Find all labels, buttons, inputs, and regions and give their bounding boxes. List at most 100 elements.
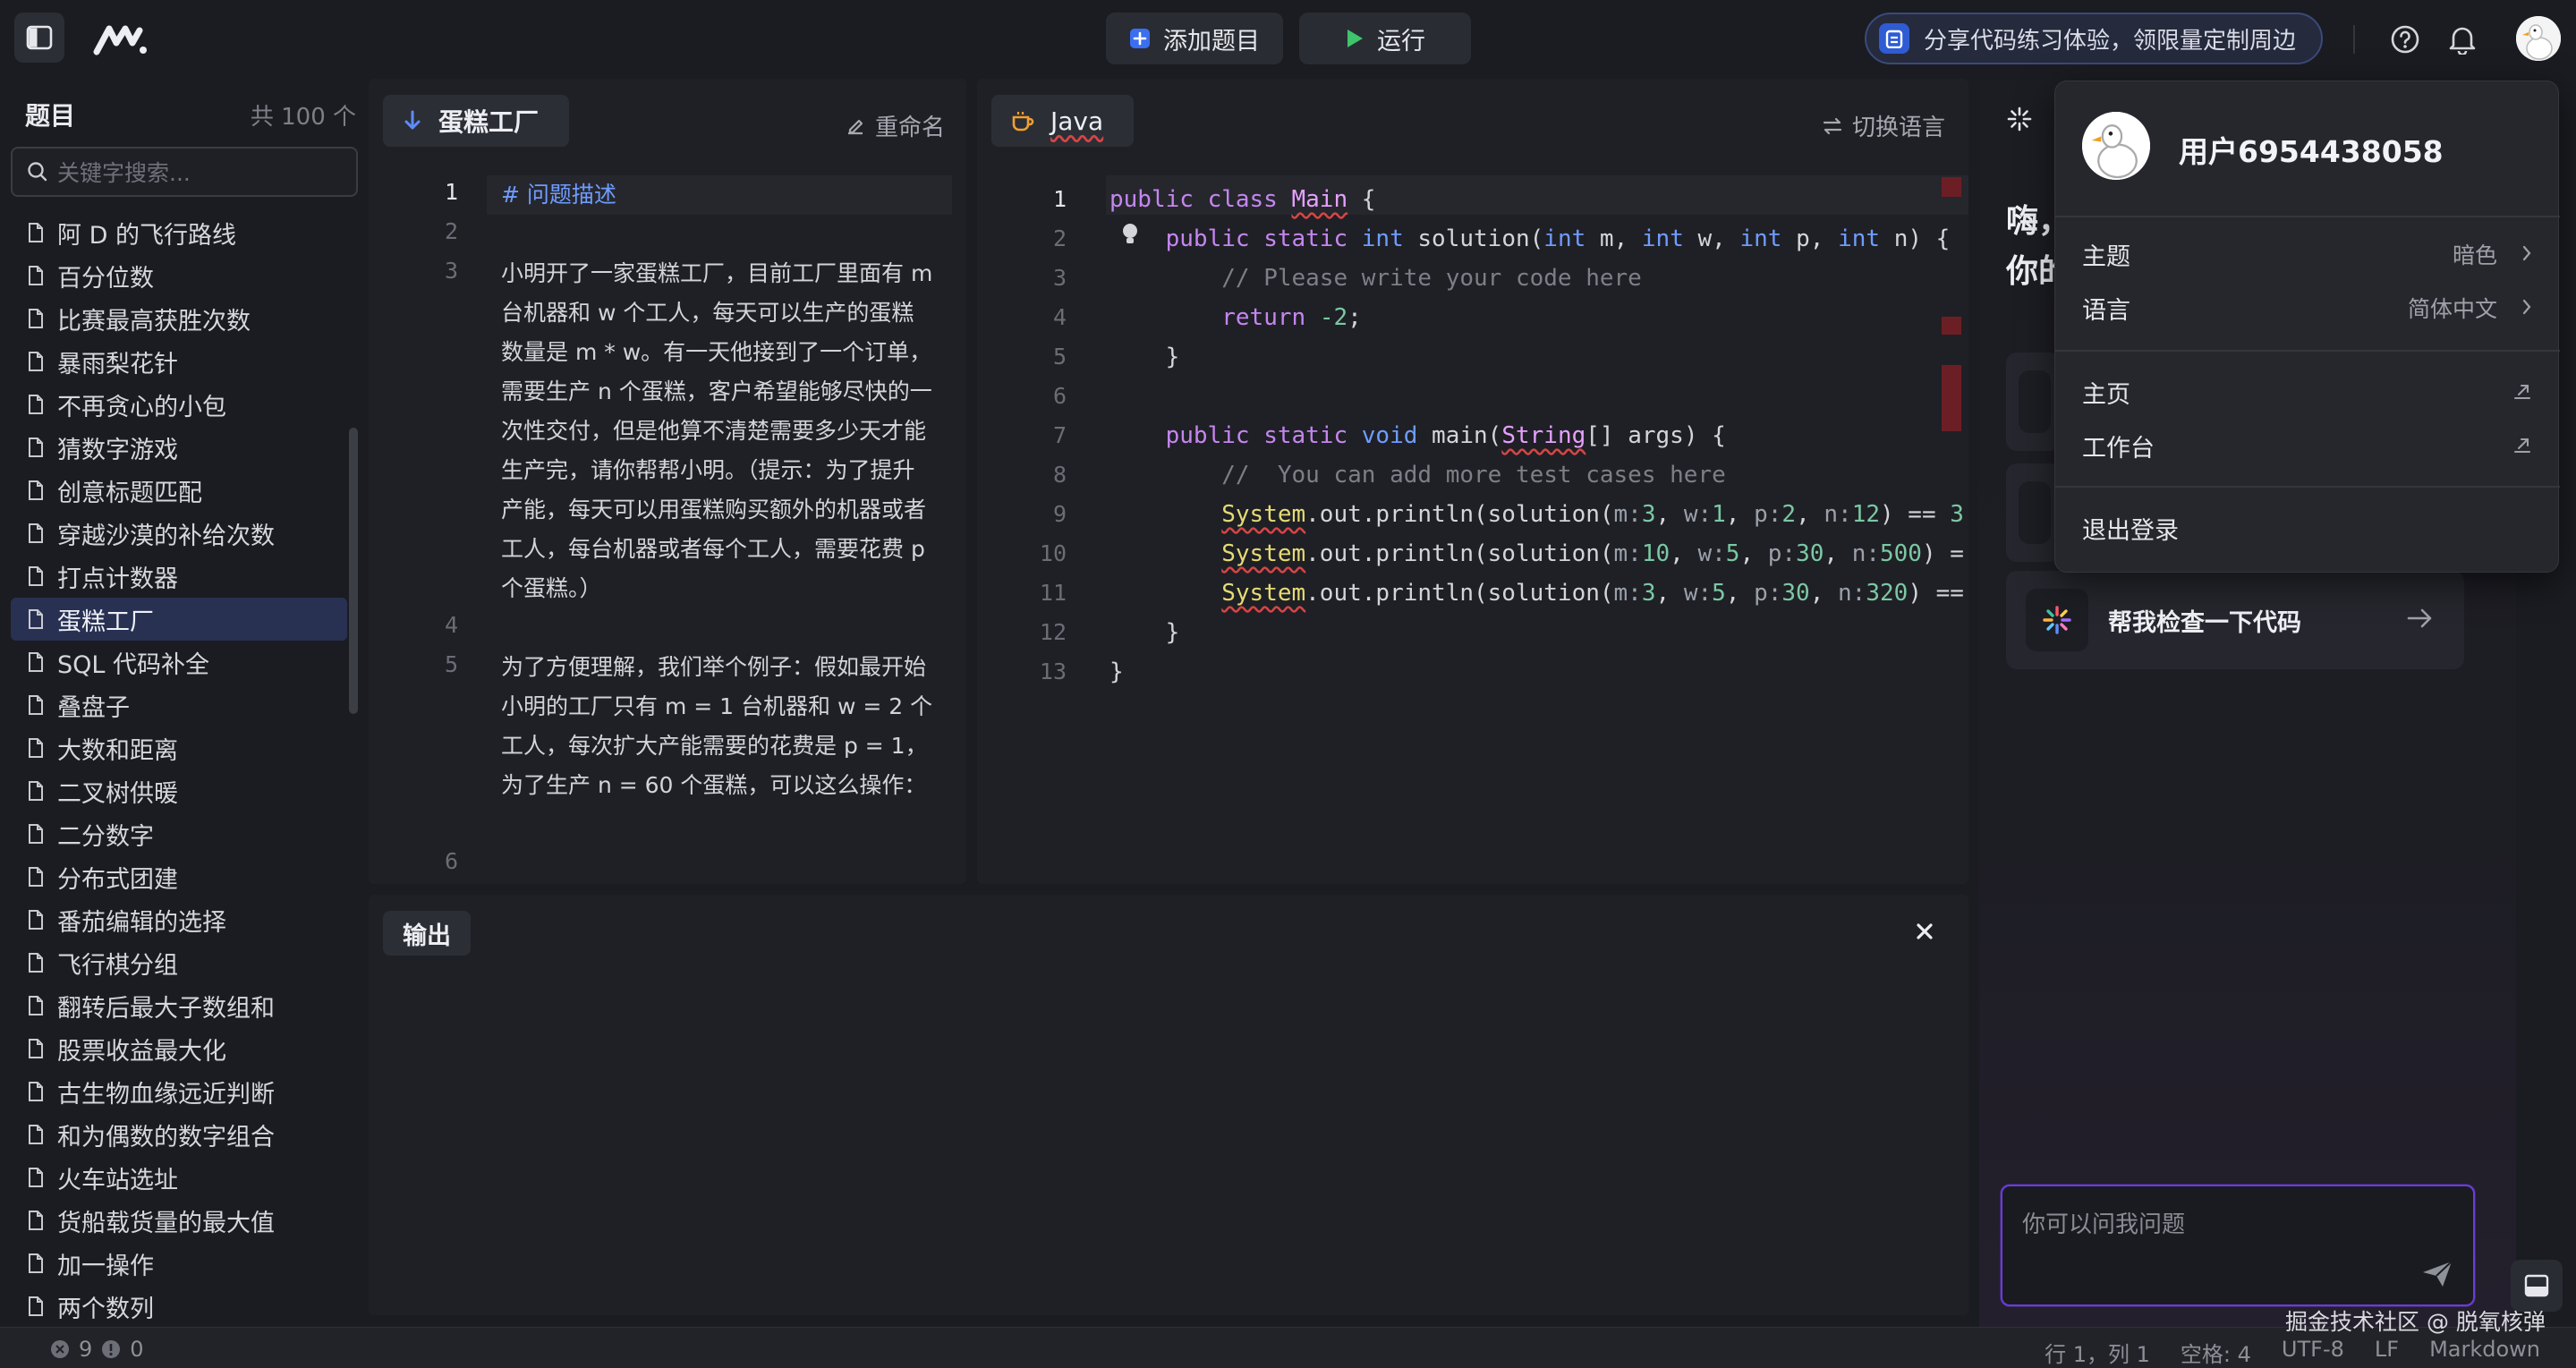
- document-icon: [29, 781, 43, 801]
- edit-pen-icon: [847, 119, 863, 134]
- java-cup-icon: [1012, 112, 1034, 132]
- question-title: 不再贪心的小包: [57, 393, 226, 421]
- play-icon: [1348, 30, 1363, 47]
- question-list-item[interactable]: 大数和距离: [11, 726, 347, 769]
- question-title: 二分数字: [57, 822, 154, 851]
- question-list-item[interactable]: 加一操作: [11, 1242, 347, 1285]
- ai-suggestion-card[interactable]: [2006, 353, 2060, 451]
- output-tab[interactable]: 输出: [383, 911, 471, 956]
- question-list-item[interactable]: 股票收益最大化: [11, 1027, 347, 1070]
- code-line: // You can add more test cases here: [1221, 462, 1726, 489]
- switch-arrows-icon: [1823, 117, 1842, 134]
- question-list-item[interactable]: 二分数字: [11, 812, 347, 855]
- sidebar-toggle-button[interactable]: [14, 13, 64, 63]
- line-number: 3: [444, 258, 458, 284]
- question-list-item[interactable]: 飞行棋分组: [11, 941, 347, 984]
- promo-banner[interactable]: 分享代码练习体验，领限量定制周边: [1865, 13, 2323, 64]
- line-number: 1: [1052, 186, 1067, 212]
- theme-menu-item[interactable]: 主题 暗色: [2082, 232, 2533, 276]
- question-title: 穿越沙漠的补给次数: [57, 522, 275, 550]
- document-icon: [29, 652, 43, 672]
- document-icon: [29, 1039, 43, 1058]
- sidebar-scrollbar[interactable]: [349, 428, 358, 714]
- code-editor-panel: Java 切换语言 1 2 3 4 5 6 7 8 9 10 11 12 13 public class…: [977, 79, 1968, 884]
- marscode-logo-icon[interactable]: [93, 21, 149, 57]
- document-icon: [29, 480, 43, 500]
- question-list-item[interactable]: 古生物血缘远近判断: [11, 1070, 347, 1113]
- search-input[interactable]: 关键字搜索...: [11, 147, 358, 197]
- question-list-item[interactable]: 蛋糕工厂: [11, 598, 347, 641]
- problem-description[interactable]: # 问题描述 小明开了一家蛋糕工厂，目前工厂里面有 m 台机器和 w 个工人，每…: [501, 175, 934, 805]
- question-list-item[interactable]: 百分位数: [11, 254, 347, 297]
- add-question-button[interactable]: 添加题目: [1106, 13, 1283, 64]
- help-icon[interactable]: [2389, 23, 2421, 55]
- question-list: 阿 D 的飞行路线 百分位数 比赛最高获胜次数 暴雨梨花针不再贪心的小包猜数字游戏 创意…: [11, 211, 347, 1327]
- question-title: 和为偶数的数字组合: [57, 1123, 275, 1151]
- lightbulb-icon[interactable]: [1120, 222, 1140, 249]
- arrow-right-icon: [2407, 608, 2432, 628]
- question-list-item[interactable]: 二叉树供暖: [11, 769, 347, 812]
- file-encoding[interactable]: UTF-8: [2282, 1337, 2344, 1368]
- language-mode[interactable]: Markdown: [2429, 1337, 2540, 1368]
- indent-spaces[interactable]: 空格: 4: [2181, 1337, 2251, 1368]
- document-icon: [29, 1168, 43, 1187]
- question-sidebar: 题目 共 100 个 关键字搜索... 阿 D 的飞行路线 百分位数 比赛最高获胜次…: [0, 79, 367, 1327]
- problem-tab[interactable]: 蛋糕工厂: [383, 95, 570, 147]
- question-list-item[interactable]: 番茄编辑的选择: [11, 898, 347, 941]
- question-list-item[interactable]: 穿越沙漠的补给次数: [11, 512, 347, 555]
- language-menu-item[interactable]: 语言 简体中文: [2082, 285, 2533, 330]
- switch-language-button[interactable]: 切换语言: [1822, 109, 1945, 142]
- problem-panel: 蛋糕工厂 重命名 1 2 3 4 5 6 # 问题描述 小明开了一家蛋糕工厂，目…: [369, 79, 966, 884]
- document-icon: [29, 1082, 43, 1101]
- question-list-item[interactable]: SQL 代码补全: [11, 641, 347, 684]
- check-code-card[interactable]: 帮我检查一下代码: [2006, 571, 2464, 669]
- run-button[interactable]: 运行: [1299, 13, 1471, 64]
- language-tab[interactable]: Java: [991, 95, 1135, 147]
- workspace-menu-item[interactable]: 工作台: [2082, 423, 2533, 468]
- question-list-item[interactable]: 打点计数器: [11, 555, 347, 598]
- user-avatar: [2082, 112, 2150, 180]
- error-count: 9: [79, 1337, 93, 1362]
- code-line: return -2;: [1221, 304, 1362, 331]
- document-icon: [29, 352, 43, 371]
- line-number: 4: [444, 612, 458, 638]
- error-marker: [1942, 317, 1961, 335]
- question-count: 共 100 个: [250, 104, 356, 131]
- close-output-button[interactable]: [1911, 918, 1938, 945]
- question-list-item[interactable]: 创意标题匹配: [11, 469, 347, 512]
- question-list-item[interactable]: 阿 D 的飞行路线: [11, 211, 347, 254]
- document-icon: [29, 1211, 43, 1230]
- question-list-item[interactable]: 翻转后最大子数组和: [11, 984, 347, 1027]
- code-line: }: [1109, 619, 1180, 646]
- question-title: 古生物血缘远近判断: [57, 1080, 275, 1109]
- question-list-item[interactable]: 货船载货量的最大值: [11, 1199, 347, 1242]
- logout-label: 退出登录: [2082, 516, 2179, 545]
- bell-icon[interactable]: [2446, 23, 2478, 55]
- output-panel: 输出: [369, 895, 1968, 1315]
- cursor-position[interactable]: 行 1，列 1: [2045, 1337, 2150, 1368]
- logout-menu-item[interactable]: 退出登录: [2082, 506, 2533, 550]
- goose-avatar-icon: [2082, 112, 2150, 180]
- question-list-item[interactable]: 和为偶数的数字组合: [11, 1113, 347, 1156]
- line-ending[interactable]: LF: [2375, 1337, 2399, 1368]
- question-list-item[interactable]: 比赛最高获胜次数: [11, 297, 347, 340]
- question-list-item[interactable]: 分布式团建: [11, 855, 347, 898]
- problem-paragraph: 为了方便理解，我们举个例子：假如最开始小明的工厂只有 m = 1 台机器和 w …: [501, 654, 933, 798]
- status-bar: 9 0 行 1，列 1 空格: 4 UTF-8 LF Markdown: [0, 1327, 2576, 1368]
- document-icon: [29, 953, 43, 973]
- problems-indicator[interactable]: 9 0: [50, 1337, 144, 1362]
- user-avatar-button[interactable]: [2516, 16, 2561, 61]
- home-menu-item[interactable]: 主页: [2082, 370, 2533, 414]
- send-icon[interactable]: [2421, 1260, 2453, 1288]
- question-list-item[interactable]: 叠盘子: [11, 684, 347, 726]
- rename-button[interactable]: 重命名: [845, 109, 945, 142]
- question-list-item[interactable]: 猜数字游戏: [11, 426, 347, 469]
- question-list-item[interactable]: 暴雨梨花针: [11, 340, 347, 383]
- watermark-text: 掘金技术社区 @ 脱氧核弹: [2285, 1309, 2546, 1335]
- question-list-item[interactable]: 两个数列: [11, 1285, 347, 1327]
- ai-question-input[interactable]: 你可以问我问题: [2001, 1185, 2475, 1306]
- ai-suggestion-card[interactable]: [2006, 463, 2060, 562]
- search-icon: [28, 162, 47, 182]
- question-list-item[interactable]: 不再贪心的小包: [11, 383, 347, 426]
- question-list-item[interactable]: 火车站选址: [11, 1156, 347, 1199]
